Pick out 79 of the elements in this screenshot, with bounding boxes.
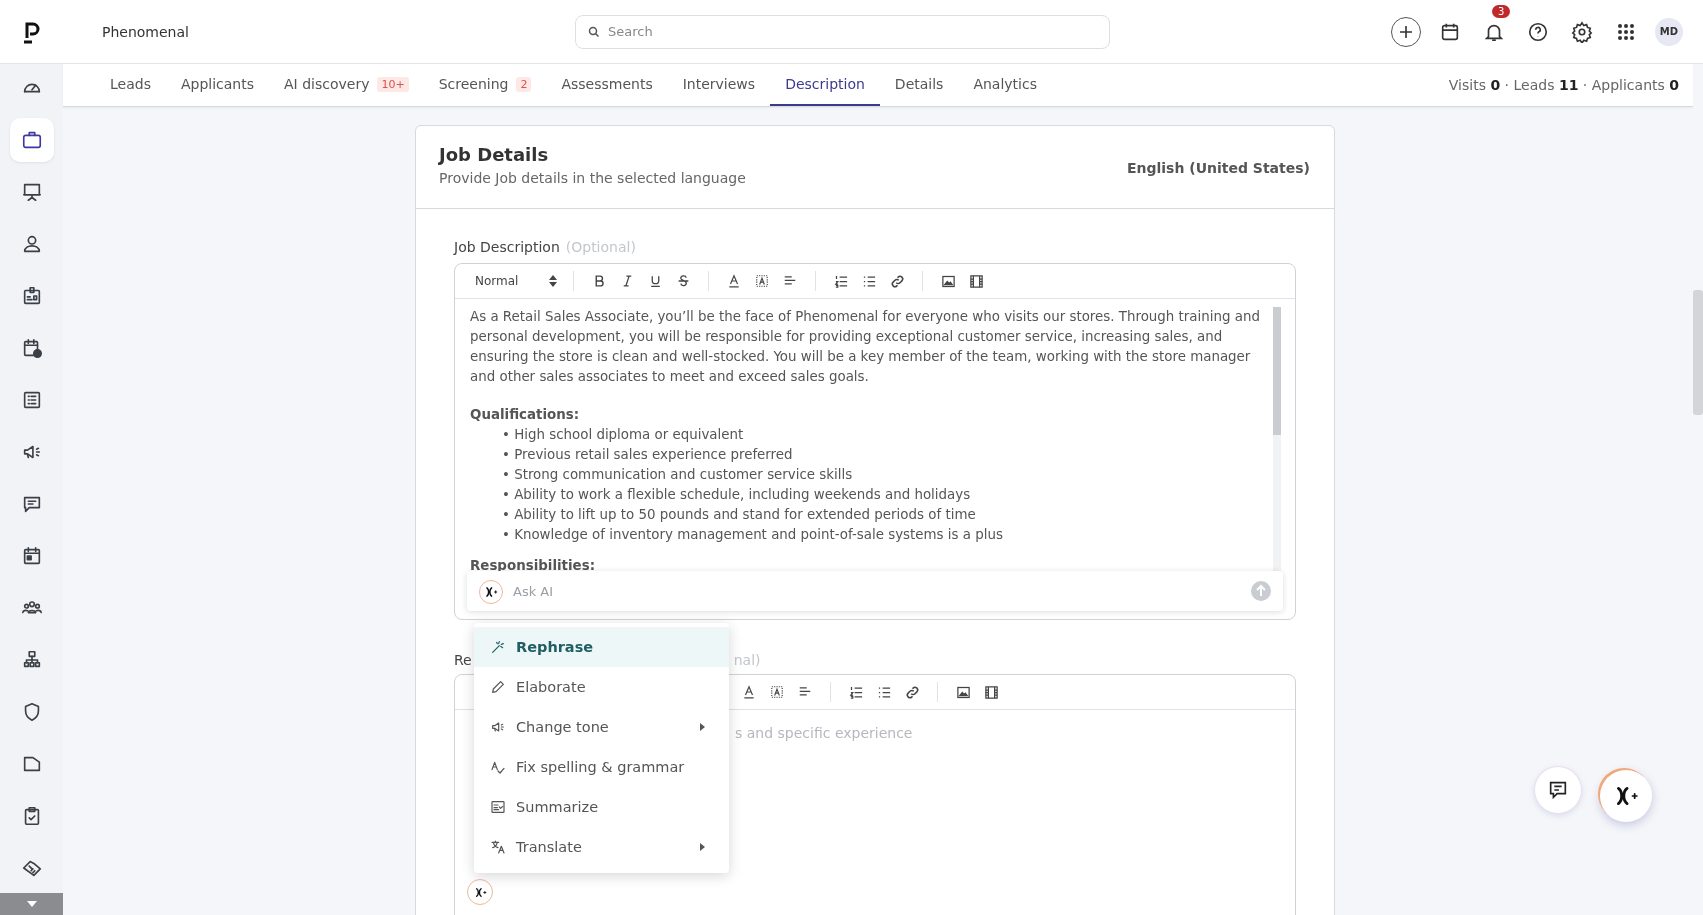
align-left-icon [783,274,797,288]
list-item: • Knowledge of inventory management and point-of-sale systems is a plus [501,526,1004,544]
numbered-list-icon [848,684,864,700]
send-icon [1251,581,1271,601]
link-icon [889,273,905,289]
summary-icon [490,799,506,815]
presentation-board-icon [20,181,43,203]
briefcase-icon [20,129,43,151]
x-logo-icon [473,885,487,899]
film-icon [983,684,999,700]
menu-item[interactable]: Elaborate [474,667,729,707]
user-avatar[interactable]: MD [1655,17,1683,46]
bullet-list-icon [861,273,877,289]
up-down-icon [549,275,557,287]
underline-icon [648,274,662,288]
list-item: • Ability to lift up to 50 pounds and stand for extended periods of time [501,506,977,524]
tab[interactable]: Screening 2 [423,64,547,106]
count-badge: 2 [516,76,532,92]
tab[interactable]: Description [770,64,880,106]
film-icon [968,273,984,289]
editor-placeholder: s and specific experience [735,725,913,741]
ai-assistant-button[interactable] [1600,770,1652,822]
card-title: Job Details [439,144,550,165]
align-left-icon [798,685,812,699]
pencil-icon [490,679,506,695]
workspace-name: Phenomenal [102,23,190,40]
plus-icon [1398,23,1414,40]
editor-scrollbar[interactable] [1273,307,1281,435]
numbered-list-icon [833,273,849,289]
settings-icon [1571,20,1593,43]
image-icon [940,273,956,289]
magic-wand-icon [490,639,506,655]
x-logo-icon [484,585,498,599]
highlight-icon [755,274,769,288]
link-icon [904,684,920,700]
list-item: • High school diploma or equivalent [501,426,745,444]
tab[interactable]: Leads [95,64,166,106]
optional-hint: nal) [733,652,761,668]
ai-assist-button[interactable] [467,879,493,905]
grid-icon [1617,22,1635,41]
tab[interactable]: Interviews [667,64,771,106]
tab[interactable]: Analytics [958,64,1052,106]
megaphone-icon [490,719,506,735]
bullet-list-icon [876,684,892,700]
chat-button[interactable] [1535,767,1581,813]
message-icon [1547,779,1569,801]
tab[interactable]: Details [879,64,959,106]
search-field[interactable]: Search [575,14,1110,49]
caret-down-icon [26,901,37,907]
tab[interactable]: Assessments [546,64,668,106]
text-color-icon [742,685,756,699]
list-item: • Strong communication and customer service skills [501,466,854,484]
image-icon [955,684,971,700]
stats-summary: Visits 0 · Leads 11 · Applicants 0 [1448,77,1679,93]
tab[interactable]: AI discovery 10+ [269,64,424,106]
spell-check-icon [490,759,506,775]
card-subtitle: Provide Job details in the selected language [439,170,746,186]
tab[interactable]: Applicants [165,64,269,106]
count-badge: 10+ [377,76,409,92]
section-heading: Qualifications: [470,406,581,424]
translate-icon [490,839,506,855]
field-label: Re [454,652,472,668]
highlight-icon [770,685,784,699]
help-icon [1527,20,1549,43]
ask-ai-field[interactable]: Ask AI [467,571,1283,611]
menu-item[interactable]: Rephrase [474,627,729,667]
sidebar-button[interactable] [9,118,54,162]
description-paragraph: As a Retail Sales Associate, you’ll be the face of Phenomenal for everyone who visits our stores. Through training and personal development, you will be responsible for providing exceptional customer service, increasing sales, and ensuring the store is clean and well-stocked. You will be a key member of the team, working with the store manager and other sales associates to meet and exceed sales goals. [470,308,1261,386]
search-icon [588,25,600,38]
list-item: • Ability to work a flexible schedule, including weekends and holidays [501,486,972,504]
format-select[interactable]: Normal [467,274,557,288]
strikethrough-icon [676,274,690,288]
optional-hint: (Optional) [565,239,636,255]
text-color-icon [727,274,741,288]
notification-count: 3 [1492,4,1511,18]
page-scrollbar[interactable] [1693,290,1703,415]
language-label: English (United States) [1126,160,1310,178]
list-item: • Previous retail sales experience preferred [501,446,794,464]
field-label: Job Description [454,239,560,255]
